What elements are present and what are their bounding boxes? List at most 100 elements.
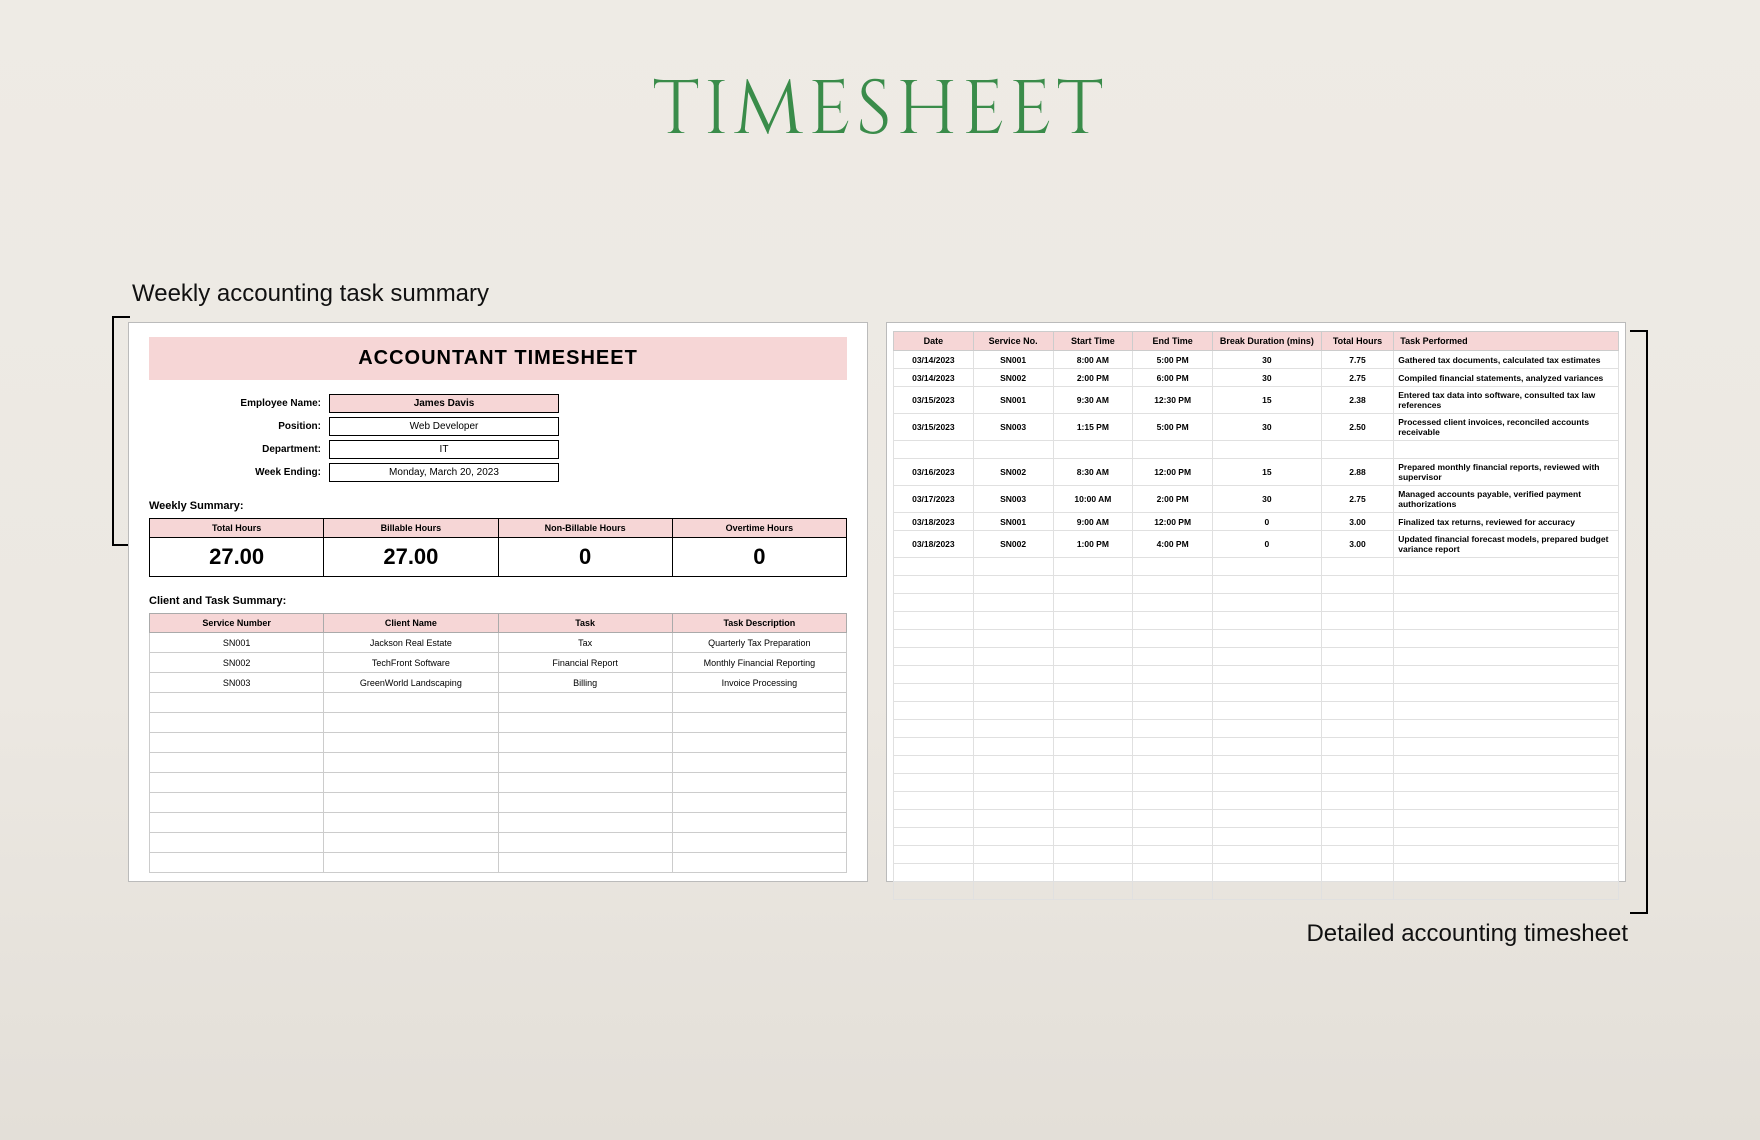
ct-cell: Quarterly Tax Preparation: [672, 633, 846, 653]
detail-cell: 2:00 PM: [1053, 369, 1133, 387]
ct-cell: Jackson Real Estate: [324, 633, 498, 653]
summary-headers: Total HoursBillable HoursNon-Billable Ho…: [149, 518, 847, 538]
weekly-summary-label: Weekly Summary:: [149, 500, 847, 512]
department-value: IT: [329, 440, 559, 459]
detail-cell: 3.00: [1321, 531, 1394, 558]
detail-header-cell: Task Performed: [1394, 332, 1619, 351]
detail-row: 03/18/2023SN0019:00 AM12:00 PM03.00Final…: [894, 513, 1619, 531]
detail-empty-row: [894, 720, 1619, 738]
detail-cell: 03/14/2023: [894, 351, 974, 369]
ct-header-cell: Service Number: [150, 614, 324, 633]
detail-row: 03/14/2023SN0022:00 PM6:00 PM302.75Compi…: [894, 369, 1619, 387]
detail-empty-row: [894, 846, 1619, 864]
detail-cell: 2:00 PM: [1133, 486, 1213, 513]
summary-header-cell: Billable Hours: [323, 518, 497, 538]
ct-cell: TechFront Software: [324, 653, 498, 673]
detail-cell: Prepared monthly financial reports, revi…: [1394, 459, 1619, 486]
ct-row: SN001Jackson Real EstateTaxQuarterly Tax…: [150, 633, 847, 653]
sheets-container: ACCOUNTANT TIMESHEET Employee Name: Jame…: [128, 322, 1626, 882]
ct-cell: GreenWorld Landscaping: [324, 673, 498, 693]
detail-row: 03/14/2023SN0018:00 AM5:00 PM307.75Gathe…: [894, 351, 1619, 369]
ct-row: SN002TechFront SoftwareFinancial ReportM…: [150, 653, 847, 673]
detail-cell: 30: [1213, 351, 1322, 369]
detail-cell: 30: [1213, 414, 1322, 441]
detail-row: 03/16/2023SN0028:30 AM12:00 PM152.88Prep…: [894, 459, 1619, 486]
detail-cell: 0: [1213, 531, 1322, 558]
detail-cell: SN003: [973, 414, 1053, 441]
weekending-value: Monday, March 20, 2023: [329, 463, 559, 482]
detail-row: 03/15/2023SN0031:15 PM5:00 PM302.50Proce…: [894, 414, 1619, 441]
ct-empty-row: [150, 773, 847, 793]
summary-header-cell: Non-Billable Hours: [498, 518, 672, 538]
detail-cell: 2.50: [1321, 414, 1394, 441]
detail-empty-row: [894, 756, 1619, 774]
summary-value-cell: 0: [672, 538, 847, 577]
detail-empty-row: [894, 684, 1619, 702]
ct-cell: Tax: [498, 633, 672, 653]
detail-cell: 30: [1213, 369, 1322, 387]
ct-cell: Financial Report: [498, 653, 672, 673]
detail-empty-row: [894, 738, 1619, 756]
detail-cell: 03/15/2023: [894, 414, 974, 441]
position-value: Web Developer: [329, 417, 559, 436]
detail-empty-row: [894, 594, 1619, 612]
weekending-label: Week Ending:: [209, 467, 329, 478]
ct-empty-row: [150, 693, 847, 713]
caption-left: Weekly accounting task summary: [132, 280, 489, 308]
detail-empty-row: [894, 864, 1619, 882]
detail-cell: 03/16/2023: [894, 459, 974, 486]
detail-cell: 3.00: [1321, 513, 1394, 531]
detail-cell: 03/18/2023: [894, 531, 974, 558]
detail-cell: 1:15 PM: [1053, 414, 1133, 441]
detail-cell: 12:30 PM: [1133, 387, 1213, 414]
summary-header-cell: Total Hours: [149, 518, 323, 538]
detail-empty-row: [894, 702, 1619, 720]
bracket-right: [1630, 330, 1648, 914]
ct-cell: SN001: [150, 633, 324, 653]
info-rows: Employee Name: James Davis Position: Web…: [209, 394, 847, 482]
ct-empty-row: [150, 813, 847, 833]
detail-empty-row: [894, 774, 1619, 792]
detail-empty-row: [894, 576, 1619, 594]
detail-cell: 10:00 AM: [1053, 486, 1133, 513]
detail-empty-row: [894, 630, 1619, 648]
summary-value-cell: 27.00: [323, 538, 497, 577]
detail-empty-row: [894, 558, 1619, 576]
detail-cell: 03/18/2023: [894, 513, 974, 531]
detail-header-cell: End Time: [1133, 332, 1213, 351]
left-sheet: ACCOUNTANT TIMESHEET Employee Name: Jame…: [128, 322, 868, 882]
detail-cell: SN001: [973, 513, 1053, 531]
detail-cell: 03/14/2023: [894, 369, 974, 387]
detail-cell: Managed accounts payable, verified payme…: [1394, 486, 1619, 513]
summary-value-cell: 0: [498, 538, 672, 577]
detail-cell: SN002: [973, 531, 1053, 558]
page-title: TIMESHEET: [0, 0, 1760, 162]
detail-cell: Finalized tax returns, reviewed for accu…: [1394, 513, 1619, 531]
ct-header-row: Service NumberClient NameTaskTask Descri…: [150, 614, 847, 633]
detail-cell: 6:00 PM: [1133, 369, 1213, 387]
caption-right: Detailed accounting timesheet: [1306, 920, 1628, 948]
detail-cell: 2.75: [1321, 369, 1394, 387]
detail-empty-row: [894, 882, 1619, 900]
detail-cell: 7.75: [1321, 351, 1394, 369]
detail-header-cell: Start Time: [1053, 332, 1133, 351]
ct-empty-row: [150, 833, 847, 853]
department-label: Department:: [209, 444, 329, 455]
ct-empty-row: [150, 853, 847, 873]
detail-header-cell: Date: [894, 332, 974, 351]
employee-value: James Davis: [329, 394, 559, 413]
detail-cell: 15: [1213, 459, 1322, 486]
ct-cell: Billing: [498, 673, 672, 693]
summary-header-cell: Overtime Hours: [672, 518, 847, 538]
detail-cell: 2.88: [1321, 459, 1394, 486]
detail-header-row: DateService No.Start TimeEnd TimeBreak D…: [894, 332, 1619, 351]
detail-cell: SN002: [973, 459, 1053, 486]
ct-header-cell: Client Name: [324, 614, 498, 633]
detail-cell: 9:00 AM: [1053, 513, 1133, 531]
detail-empty-row: [894, 648, 1619, 666]
detail-cell: 03/17/2023: [894, 486, 974, 513]
detail-header-cell: Total Hours: [1321, 332, 1394, 351]
position-label: Position:: [209, 421, 329, 432]
ct-empty-row: [150, 733, 847, 753]
detail-empty-row: [894, 792, 1619, 810]
